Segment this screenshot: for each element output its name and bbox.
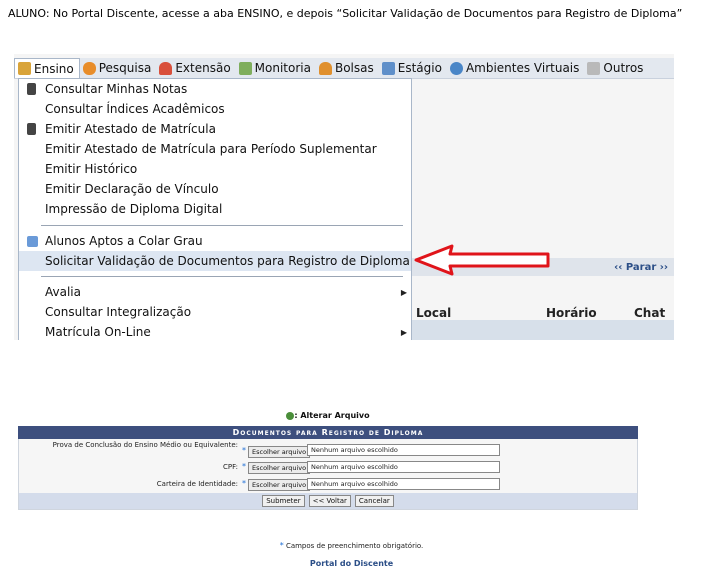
file-name-field: Nenhum arquivo escolhido [307,461,500,473]
document-icon [27,83,36,95]
dropdown-item-label: Matrícula On-Line [45,325,151,339]
dropdown-item-label: Consultar Índices Acadêmicos [45,102,225,116]
dropdown-item-label: Alunos Aptos a Colar Grau [45,234,203,248]
form-title: : Alterar Arquivo [18,406,638,426]
required-star: * [279,541,284,550]
dropdown-item-indices[interactable]: Consultar Índices Acadêmicos [19,99,411,119]
upload-label: Prova de Conclusão do Ensino Médio ou Eq… [52,441,238,449]
submenu-arrow-icon: ▶ [400,327,407,337]
choose-file-button[interactable]: Escolher arquivo [248,479,311,491]
required-note-text: Campos de preenchimento obrigatório. [285,542,424,550]
dropdown-item-label: Emitir Histórico [45,162,138,176]
document-icon [27,123,36,135]
globe-icon [449,61,463,75]
dropdown-item-label: Solicitar Validação de Documentos para R… [45,254,410,268]
file-name-field: Nenhum arquivo escolhido [307,478,500,490]
menu-pesquisa-label: Pesquisa [98,61,152,75]
dropdown-item-aptos-colar-grau[interactable]: Alunos Aptos a Colar Grau [19,231,411,251]
menu-pesquisa[interactable]: Pesquisa [80,58,157,78]
main-menu-bar: Ensino Pesquisa Extensão Monitoria Bolsa… [14,58,674,79]
menu-ensino-label: Ensino [34,61,74,76]
submit-button[interactable]: Submeter [262,495,305,507]
menu-bolsas[interactable]: Bolsas [316,58,379,78]
menu-outros[interactable]: Outros [584,58,648,78]
portal-discente-link[interactable]: Portal do Discente [0,559,703,568]
instruction-text: ALUNO: No Portal Discente, acesse a aba … [8,7,683,20]
back-button[interactable]: << Voltar [308,495,351,507]
heart-icon [159,61,173,75]
calendar-icon [381,61,395,75]
stack-icon [587,61,601,75]
menu-outros-label: Outros [603,61,644,75]
upload-label: Carteira de Identidade: [156,480,238,488]
monitor-icon [238,61,252,75]
required-fields-note: * Campos de preenchimento obrigatório. [0,541,703,550]
submenu-arrow-icon: ▶ [400,287,407,297]
dropdown-item-label: Consultar Integralização [45,305,192,319]
list-icon [27,235,38,247]
menu-extensao-label: Extensão [175,61,231,75]
menu-ensino[interactable]: Ensino [14,58,80,78]
required-star: * [242,446,246,455]
menu-monitoria[interactable]: Monitoria [236,58,316,78]
menu-ambientes-virtuais-label: Ambientes Virtuais [465,61,580,75]
form-body: Prova de Conclusão do Ensino Médio ou Eq… [18,439,638,510]
upload-row-ensino-medio: Prova de Conclusão do Ensino Médio ou Eq… [19,439,637,459]
menu-monitoria-label: Monitoria [254,61,311,75]
books-icon [18,62,31,75]
dropdown-item-matricula-online[interactable]: Matrícula On-Line ▶ [19,322,411,340]
upload-row-identidade: Carteira de Identidade: * Escolher arqui… [19,476,637,493]
background-page: ‹‹ Parar ›› [409,80,674,340]
dropdown-item-historico[interactable]: Emitir Histórico [19,159,411,179]
portal-menu-screenshot: Ensino Pesquisa Extensão Monitoria Bolsa… [14,54,674,340]
form-actions: Submeter << Voltar Cancelar [19,493,637,509]
menu-extensao[interactable]: Extensão [156,58,235,78]
file-name-field: Nenhum arquivo escolhido [307,444,500,456]
choose-file-button[interactable]: Escolher arquivo [248,446,311,458]
form-title-text: : Alterar Arquivo [294,411,370,420]
upload-label: CPF: [223,463,238,471]
person-icon [318,61,332,75]
choose-file-button[interactable]: Escolher arquivo [248,462,311,474]
menu-estagio[interactable]: Estágio [379,58,447,78]
dropdown-item-label: Emitir Declaração de Vínculo [45,182,219,196]
column-horario: Horário [546,306,597,320]
dropdown-item-integralizacao[interactable]: Consultar Integralização [19,302,411,322]
ensino-dropdown: Consultar Minhas Notas Consultar Índices… [18,78,412,340]
menu-estagio-label: Estágio [397,61,442,75]
red-arrow-icon [414,244,550,276]
required-star: * [242,462,246,471]
dropdown-item-label: Avalia [45,285,81,299]
table-header-strip [409,320,674,340]
parar-link[interactable]: ‹‹ Parar ›› [614,262,668,273]
dropdown-divider [41,276,403,277]
dropdown-item-consultar-notas[interactable]: Consultar Minhas Notas [19,79,411,99]
form-header: Documentos para Registro de Diploma [18,426,638,439]
column-local: Local [416,306,452,320]
cancel-button[interactable]: Cancelar [354,495,394,507]
flask-icon [82,61,96,75]
document-upload-form: : Alterar Arquivo Documentos para Regist… [18,406,638,510]
dropdown-item-diploma-digital[interactable]: Impressão de Diploma Digital [19,199,411,219]
dropdown-item-label: Impressão de Diploma Digital [45,202,223,216]
dropdown-item-label: Consultar Minhas Notas [45,82,188,96]
dropdown-divider [41,225,403,226]
dropdown-item-label: Emitir Atestado de Matrícula [45,122,216,136]
dropdown-item-label: Emitir Atestado de Matrícula para Períod… [45,142,377,156]
dropdown-item-declaracao[interactable]: Emitir Declaração de Vínculo [19,179,411,199]
menu-ambientes-virtuais[interactable]: Ambientes Virtuais [447,58,584,78]
dropdown-item-solicitar-validacao[interactable]: Solicitar Validação de Documentos para R… [19,251,411,271]
upload-row-cpf: CPF: * Escolher arquivo Nenhum arquivo e… [19,459,637,476]
dropdown-item-avalia[interactable]: Avalia ▶ [19,282,411,302]
dropdown-item-atestado-suplementar[interactable]: Emitir Atestado de Matrícula para Períod… [19,139,411,159]
column-chat: Chat [634,306,666,320]
required-star: * [242,479,246,488]
dropdown-item-atestado[interactable]: Emitir Atestado de Matrícula [19,119,411,139]
menu-bolsas-label: Bolsas [334,61,374,75]
